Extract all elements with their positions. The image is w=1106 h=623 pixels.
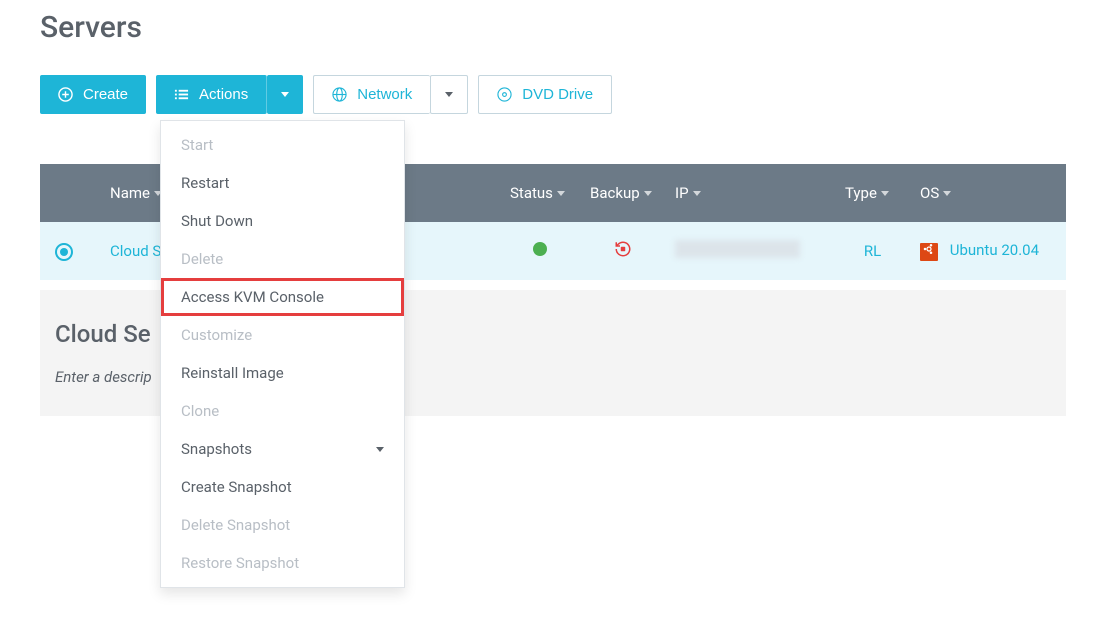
server-type-label: RL (864, 242, 881, 260)
sort-caret-icon (881, 191, 889, 196)
th-backup-label: Backup (590, 184, 640, 202)
menu-item-clone[interactable]: Clone (161, 392, 404, 430)
th-ip[interactable]: IP (665, 164, 835, 222)
menu-item-restart[interactable]: Restart (161, 164, 404, 202)
list-icon (174, 87, 189, 102)
backup-restore-icon (614, 240, 632, 258)
menu-item-customize[interactable]: Customize (161, 316, 404, 354)
menu-item-start[interactable]: Start (161, 126, 404, 164)
menu-item-create-snapshot[interactable]: Create Snapshot (161, 468, 404, 506)
actions-button-label: Actions (199, 86, 248, 103)
menu-item-shutdown[interactable]: Shut Down (161, 202, 404, 240)
menu-item-kvm-console[interactable]: Access KVM Console (161, 278, 404, 316)
os-name-label: Ubuntu 20.04 (950, 241, 1039, 259)
sort-caret-icon (644, 191, 652, 196)
th-status[interactable]: Status (500, 164, 580, 222)
th-os[interactable]: OS (910, 164, 1066, 222)
ip-address (675, 240, 800, 258)
status-running-icon (533, 242, 547, 256)
th-name-label: Name (110, 184, 150, 202)
caret-down-icon (376, 447, 384, 452)
th-type-label: Type (845, 184, 877, 202)
network-button-label: Network (357, 86, 412, 103)
menu-item-delete-snapshot[interactable]: Delete Snapshot (161, 506, 404, 544)
network-button-group: Network (313, 75, 468, 114)
sort-caret-icon (943, 191, 951, 196)
caret-down-icon (445, 92, 453, 97)
th-os-label: OS (920, 184, 939, 202)
disc-icon (497, 87, 512, 102)
sort-caret-icon (557, 191, 565, 196)
page-title: Servers (40, 10, 1066, 45)
th-backup[interactable]: Backup (580, 164, 665, 222)
dvd-button-label: DVD Drive (522, 86, 593, 103)
menu-item-restore-snapshot[interactable]: Restore Snapshot (161, 544, 404, 582)
create-button-label: Create (83, 86, 128, 103)
actions-dropdown-menu: Start Restart Shut Down Delete Access KV… (160, 120, 405, 588)
actions-button-group: Actions (156, 75, 303, 114)
caret-down-icon (281, 92, 289, 97)
network-button[interactable]: Network (313, 75, 430, 114)
dvd-drive-button[interactable]: DVD Drive (478, 75, 612, 114)
network-caret-button[interactable] (430, 75, 468, 114)
menu-item-snapshots[interactable]: Snapshots (161, 430, 404, 468)
th-type[interactable]: Type (835, 164, 910, 222)
ubuntu-icon (920, 243, 938, 261)
plus-circle-icon (58, 87, 73, 102)
th-status-label: Status (510, 184, 553, 202)
row-select-radio[interactable] (55, 243, 73, 261)
menu-item-delete[interactable]: Delete (161, 240, 404, 278)
menu-item-snapshots-label: Snapshots (181, 440, 252, 458)
globe-icon (332, 87, 347, 102)
actions-caret-button[interactable] (267, 75, 303, 114)
menu-item-reinstall[interactable]: Reinstall Image (161, 354, 404, 392)
actions-button[interactable]: Actions (156, 75, 267, 114)
create-button[interactable]: Create (40, 75, 146, 114)
th-ip-label: IP (675, 184, 689, 202)
toolbar: Create Actions Network DVD Drive (40, 75, 1066, 114)
sort-caret-icon (693, 191, 701, 196)
